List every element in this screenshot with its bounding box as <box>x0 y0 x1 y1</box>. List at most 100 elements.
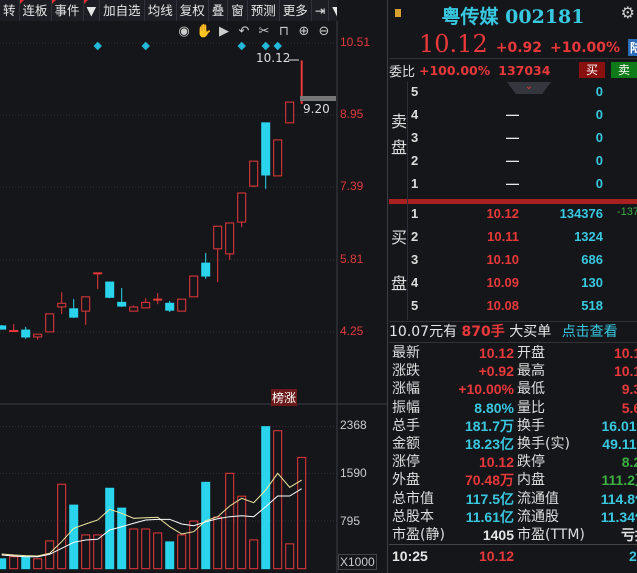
stat-label: 换手 <box>517 417 545 434</box>
connect-badge: 陆 <box>628 39 637 56</box>
stat-label: 换手(实) <box>517 436 570 452</box>
stat-value: 11.34亿 <box>600 508 637 525</box>
level-volume: 130 <box>581 275 603 290</box>
stat-label: 开盘 <box>517 345 545 361</box>
level-price: — <box>506 176 519 191</box>
stat-value: 11.61亿 <box>465 508 514 525</box>
sell-level-row[interactable]: 4 — 0 <box>389 107 637 130</box>
volume-bar <box>165 541 175 570</box>
stat-value: 16.01% <box>601 417 637 434</box>
level-price: — <box>506 130 519 145</box>
stat-row: 外盘 70.48万内盘 111.2万 <box>389 471 637 489</box>
stat-value: 亏损 <box>621 527 637 543</box>
candle-body <box>57 302 67 308</box>
buy-level-row[interactable]: 3 10.10 686 <box>389 252 637 275</box>
stat-label: 内盘 <box>517 472 545 489</box>
sell-button[interactable]: 卖 <box>611 62 637 78</box>
stat-label: 总市值 <box>392 490 434 507</box>
view-details-link[interactable]: 点击查看 <box>562 324 618 340</box>
stat-value: +10.00% <box>458 381 514 398</box>
candle-body <box>21 329 31 338</box>
level-number: 3 <box>411 130 419 145</box>
stat-value: 1405 <box>482 527 514 543</box>
order-ratio-label: 委比 <box>389 64 416 80</box>
buy-level-row[interactable]: 2 10.11 1324 <box>389 229 637 252</box>
buy-level-row[interactable]: 5 10.08 518 <box>389 298 637 321</box>
volume-bar <box>273 430 283 570</box>
signal-marker <box>141 41 150 51</box>
candle-body <box>225 222 235 255</box>
buy-level-row[interactable]: 1 10.12 134376 -137 <box>389 206 637 229</box>
volume-bar <box>285 543 295 570</box>
tick-row: 10:25 10.12 2 <box>389 544 637 566</box>
order-diff: 137034 <box>498 62 551 78</box>
stat-label: 涨跌 <box>392 363 420 380</box>
price-axis-label: 7.39 <box>340 179 364 193</box>
level-volume: 0 <box>595 153 603 168</box>
signal-marker <box>237 41 246 51</box>
high-price-label: 10.12 <box>256 51 291 65</box>
level-price: 10.12 <box>486 206 519 221</box>
stat-label: 金额 <box>392 436 420 452</box>
stat-row: 金额 18.23亿换手(实) 49.11% <box>389 435 637 453</box>
candle-body <box>81 296 91 312</box>
sell-level-row[interactable]: 3 — 0 <box>389 130 637 153</box>
volume-bar <box>153 532 163 570</box>
level-volume: 134376 <box>559 206 603 221</box>
stat-label: 总手 <box>392 417 420 434</box>
level-number: 5 <box>411 298 419 313</box>
price-axis-label: 10.51 <box>340 35 371 49</box>
big-order-price: 10.07 <box>389 324 430 340</box>
volume-bar <box>189 520 199 570</box>
level-volume: 518 <box>581 298 603 313</box>
level-price: 10.11 <box>487 229 519 244</box>
kline-panel[interactable]: 转连板事件▼加自选均线复权叠窗预测更多⇥▼ ◉✋▶↶✂⊓⊕⊖ 10.51 8.9… <box>0 0 388 573</box>
big-order-type: 大买单 <box>509 324 552 340</box>
volume-bar <box>213 516 223 570</box>
stat-label: 最高 <box>517 363 545 380</box>
volume-bar <box>141 528 151 570</box>
price-row: 10.12 +0.92 +10.00% 陆 <box>419 30 637 58</box>
price-change: +0.92 <box>495 40 542 56</box>
buy-button[interactable]: 买 <box>579 62 605 78</box>
level-price: — <box>506 107 519 122</box>
stat-value: 111.2万 <box>601 472 637 489</box>
sell-level-row[interactable]: 50 <box>389 84 637 107</box>
volume-bar <box>225 472 235 570</box>
tick-volume: 2 <box>629 548 637 564</box>
buy-level-row[interactable]: 4 10.09 130 <box>389 275 637 298</box>
big-order-row[interactable]: 10.07元有 870手 大买单 点击查看 <box>389 321 637 343</box>
level-price: 10.08 <box>486 298 519 313</box>
volume-bar <box>117 507 127 570</box>
candle-body <box>69 308 79 318</box>
event-tag[interactable]: 榜涨 <box>271 389 298 406</box>
stat-row: 振幅 8.80%量比 5.66 <box>389 399 637 417</box>
candle-body <box>141 301 151 309</box>
level-number: 4 <box>411 107 419 122</box>
price-axis-label: 5.81 <box>340 252 364 266</box>
price-change-pct: +10.00% <box>550 40 621 56</box>
stat-label: 总股本 <box>392 508 434 525</box>
stat-value: 117.5亿 <box>465 490 514 507</box>
level-number: 4 <box>411 275 419 290</box>
stat-row: 总市值 117.5亿流通值 114.8亿 <box>389 490 637 508</box>
level-number: 2 <box>411 229 419 244</box>
stat-value: 10.12 <box>613 363 637 380</box>
sell-level-row[interactable]: 2 — 0 <box>389 153 637 176</box>
stat-value: 70.48万 <box>464 472 514 489</box>
stat-value: +0.92 <box>478 363 514 380</box>
stat-label: 最新 <box>392 345 420 361</box>
sell-level-row[interactable]: 1 — 0 <box>389 176 637 199</box>
volume-bar <box>33 558 43 570</box>
stat-value: 49.11% <box>602 436 637 452</box>
volume-axis-label: 2368 <box>340 418 367 432</box>
candle-body <box>201 262 211 277</box>
gear-icon[interactable]: ⚙ <box>621 3 635 22</box>
stat-value: 8.80% <box>474 399 514 416</box>
candle-body <box>105 281 115 298</box>
signal-marker <box>93 41 102 51</box>
stat-value: 5.66 <box>621 399 637 416</box>
book-separator <box>389 199 637 204</box>
level-number: 3 <box>411 252 419 267</box>
kline-chart[interactable] <box>0 0 388 573</box>
